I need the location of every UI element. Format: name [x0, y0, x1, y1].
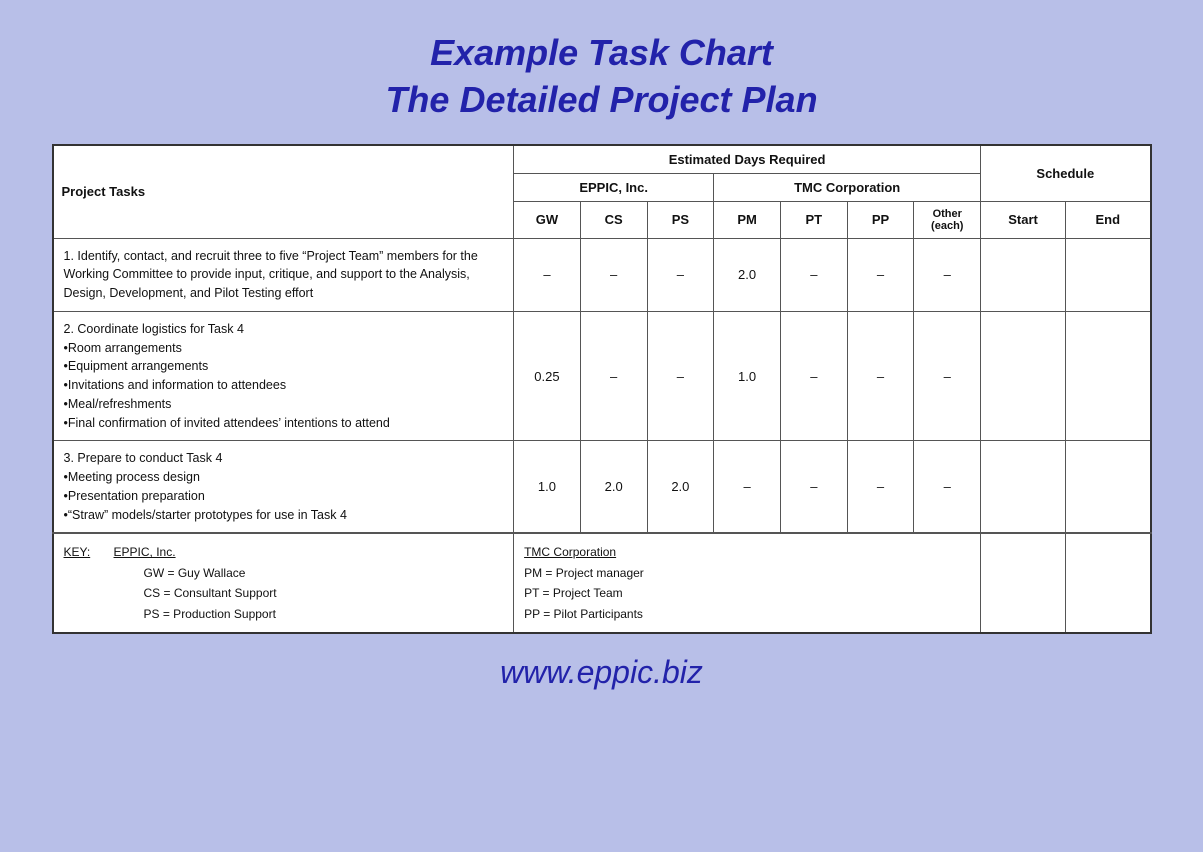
cell-end-0 [1066, 238, 1151, 311]
cell-cs-0: – [580, 238, 647, 311]
cell-cs-2: 2.0 [580, 441, 647, 534]
project-tasks-header: Project Tasks [53, 145, 514, 239]
cell-pp-0: – [847, 238, 914, 311]
key-tasks-cell: KEY: EPPIC, Inc. GW = Guy Wallace CS = C… [53, 533, 514, 633]
estimated-days-header: Estimated Days Required [514, 145, 981, 174]
key-end-cell [1066, 533, 1151, 633]
cell-start-1 [981, 311, 1066, 441]
task-chart-table: Project Tasks Estimated Days Required Sc… [52, 144, 1152, 634]
eppic-group-header: EPPIC, Inc. [514, 173, 714, 201]
cell-other-1: – [914, 311, 981, 441]
cell-pt-2: – [780, 441, 847, 534]
page-title: Example Task Chart The Detailed Project … [385, 30, 817, 124]
cell-other-2: – [914, 441, 981, 534]
key-tmc-cell: TMC Corporation PM = Project manager PT … [514, 533, 981, 633]
table-wrapper: Project Tasks Estimated Days Required Sc… [52, 144, 1152, 634]
table-row: 1. Identify, contact, and recruit three … [53, 238, 1151, 311]
col-end-header: End [1066, 201, 1151, 238]
task-cell-1: 2. Coordinate logistics for Task 4•Room … [53, 311, 514, 441]
schedule-header: Schedule [981, 145, 1151, 202]
table-row: 2. Coordinate logistics for Task 4•Room … [53, 311, 1151, 441]
cell-pm-1: 1.0 [714, 311, 781, 441]
cell-gw-2: 1.0 [514, 441, 581, 534]
task-cell-0: 1. Identify, contact, and recruit three … [53, 238, 514, 311]
col-pt-header: PT [780, 201, 847, 238]
cell-gw-1: 0.25 [514, 311, 581, 441]
col-other-header: Other (each) [914, 201, 981, 238]
cell-ps-2: 2.0 [647, 441, 714, 534]
col-ps-header: PS [647, 201, 714, 238]
task-cell-2: 3. Prepare to conduct Task 4•Meeting pro… [53, 441, 514, 534]
col-pp-header: PP [847, 201, 914, 238]
cell-start-2 [981, 441, 1066, 534]
cell-gw-0: – [514, 238, 581, 311]
cell-ps-1: – [647, 311, 714, 441]
col-cs-header: CS [580, 201, 647, 238]
cell-start-0 [981, 238, 1066, 311]
cell-other-0: – [914, 238, 981, 311]
cell-end-1 [1066, 311, 1151, 441]
col-start-header: Start [981, 201, 1066, 238]
cell-cs-1: – [580, 311, 647, 441]
key-start-cell [981, 533, 1066, 633]
cell-pm-0: 2.0 [714, 238, 781, 311]
key-row: KEY: EPPIC, Inc. GW = Guy Wallace CS = C… [53, 533, 1151, 633]
cell-end-2 [1066, 441, 1151, 534]
col-gw-header: GW [514, 201, 581, 238]
cell-pm-2: – [714, 441, 781, 534]
cell-pt-0: – [780, 238, 847, 311]
cell-pt-1: – [780, 311, 847, 441]
cell-pp-2: – [847, 441, 914, 534]
col-pm-header: PM [714, 201, 781, 238]
table-row: 3. Prepare to conduct Task 4•Meeting pro… [53, 441, 1151, 534]
website-label: www.eppic.biz [500, 654, 703, 691]
tmc-group-header: TMC Corporation [714, 173, 981, 201]
cell-ps-0: – [647, 238, 714, 311]
cell-pp-1: – [847, 311, 914, 441]
